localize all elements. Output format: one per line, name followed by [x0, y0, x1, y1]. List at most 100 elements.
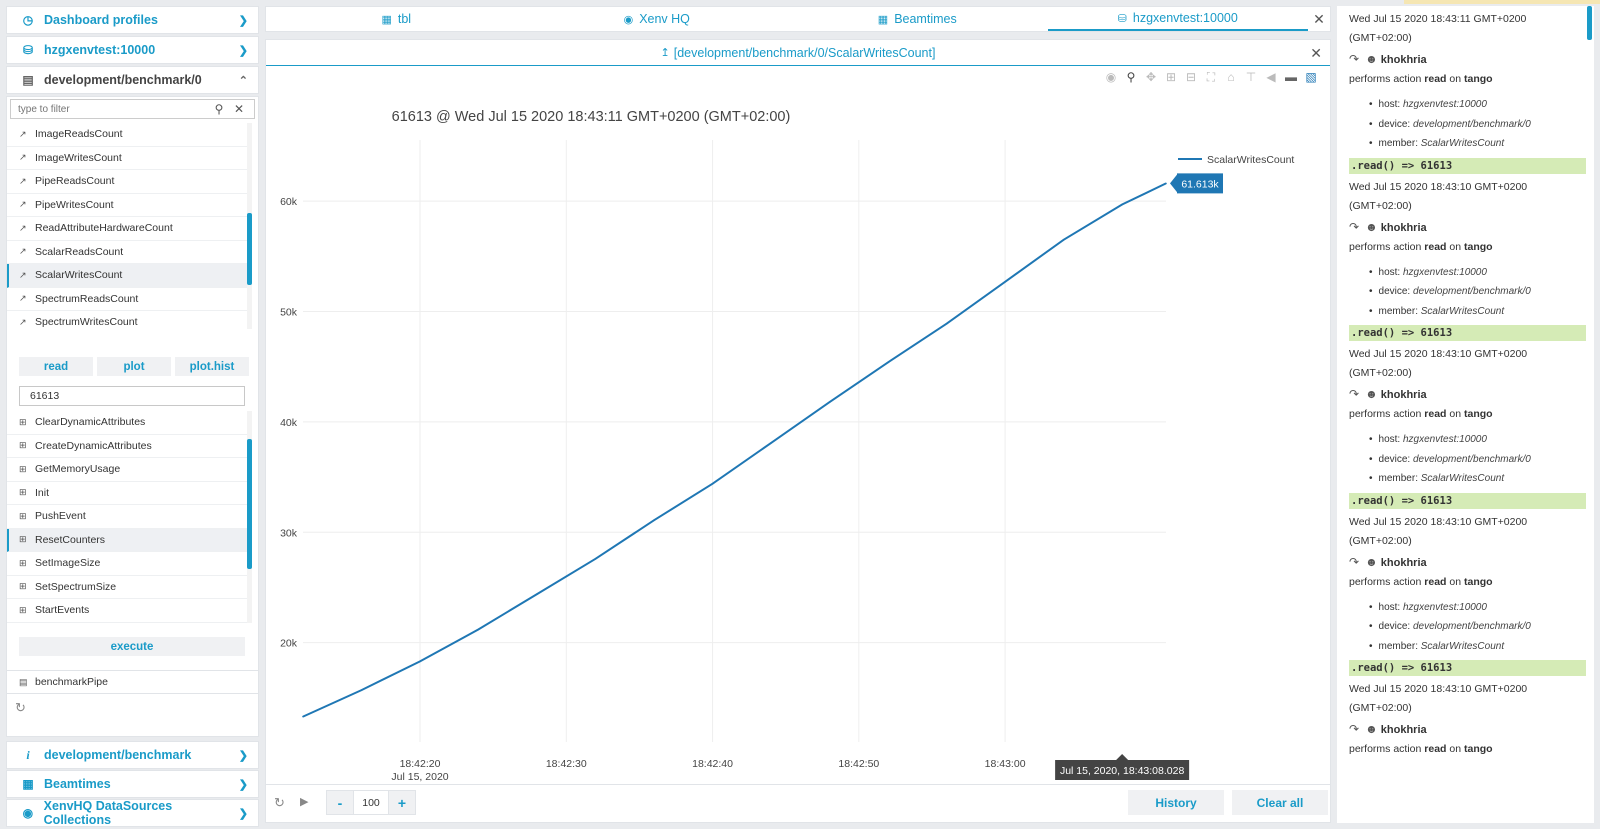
hover-x-label: Jul 15, 2020, 18:43:08.028	[1060, 765, 1185, 777]
hover-compare-icon[interactable]: ▬	[1284, 70, 1298, 85]
accordion-dashboard-profiles[interactable]: ◷ Dashboard profiles ❯	[6, 6, 259, 34]
tab-xenv-hq[interactable]: ◉ Xenv HQ	[527, 7, 788, 31]
tab-beamtimes[interactable]: ▦ Beamtimes	[787, 7, 1048, 31]
data-point	[536, 593, 538, 595]
plot-button[interactable]: plot	[97, 357, 171, 376]
log-user: ↷ ☻ khokhria	[1349, 50, 1594, 69]
clear-all-button[interactable]: Clear all	[1232, 790, 1328, 815]
data-point	[302, 715, 304, 718]
database-icon: ⛁	[1117, 12, 1127, 25]
scroll-thumb[interactable]	[247, 439, 252, 569]
y-tick-label: 60k	[280, 196, 298, 208]
data-point	[887, 361, 889, 364]
x-tick-label: 18:42:40	[692, 758, 733, 770]
list-item-label: ScalarWritesCount	[35, 269, 123, 282]
log-member: member: ScalarWritesCount	[1369, 637, 1594, 657]
list-item[interactable]: ⊞ CreateDynamicAttributes	[7, 435, 247, 458]
list-item[interactable]: ↗ ImageWritesCount	[7, 147, 247, 170]
list-item[interactable]: ⊞ ResetCounters	[7, 528, 247, 552]
accordion-beamtimes[interactable]: ▦ Beamtimes ❯	[6, 770, 259, 798]
plot-hist-button[interactable]: plot.hist	[175, 357, 249, 376]
autoscale-icon[interactable]: ⛶	[1204, 70, 1218, 85]
close-icon[interactable]: ✕	[229, 102, 249, 116]
close-icon[interactable]: ✕	[1310, 45, 1322, 62]
list-item[interactable]: ↗ PipeWritesCount	[7, 194, 247, 217]
list-item[interactable]: ⊞ GetMemoryUsage	[7, 458, 247, 482]
increment-button[interactable]: +	[389, 791, 415, 814]
list-item[interactable]: ⊞ StartEvents	[7, 599, 247, 623]
list-item-label: SetSpectrumSize	[35, 580, 117, 593]
chart-title: 61613 @ Wed Jul 15 2020 18:43:11 GMT+020…	[392, 109, 791, 125]
x-tick-label: 18:42:50	[838, 758, 879, 770]
log-scrollbar[interactable]	[1587, 6, 1592, 40]
hover-pointer	[1170, 173, 1178, 194]
data-point	[945, 322, 948, 325]
list-item[interactable]: ⊞ SetImageSize	[7, 552, 247, 576]
attribute-scrollbar[interactable]	[247, 123, 252, 329]
read-button[interactable]: read	[19, 357, 93, 376]
list-item-label: ScalarReadsCount	[35, 245, 124, 258]
list-item[interactable]: ↗ PipeReadsCount	[7, 170, 247, 194]
zoom-icon[interactable]: ⚲	[1124, 70, 1138, 85]
list-item-label: ImageWritesCount	[35, 151, 122, 164]
line-chart-icon: ↗	[19, 246, 27, 257]
command-icon: ⊞	[19, 534, 27, 545]
list-item[interactable]: ↗ ImageReadsCount	[7, 123, 247, 147]
list-item[interactable]: ↗ ScalarReadsCount	[7, 241, 247, 264]
list-item-label: GetMemoryUsage	[35, 463, 121, 476]
line-chart-icon: ↥	[660, 47, 670, 59]
camera-icon[interactable]: ◉	[1104, 70, 1118, 85]
list-item[interactable]: ⊞ Init	[7, 482, 247, 505]
accordion-device[interactable]: ▤ development/benchmark/0 ⌃	[6, 66, 259, 94]
home-icon[interactable]: ⌂	[1224, 70, 1238, 85]
log-host: host: hzgxenvtest:10000	[1369, 430, 1594, 450]
refresh-icon[interactable]: ↻	[15, 700, 26, 716]
list-item[interactable]: ↗ ReadAttributeHardwareCount	[7, 217, 247, 241]
execute-button[interactable]: execute	[19, 637, 245, 656]
data-point	[419, 660, 421, 663]
list-item[interactable]: ↗ SpectrumReadsCount	[7, 288, 247, 311]
command-scrollbar[interactable]	[247, 411, 252, 623]
log-date: Wed Jul 15 2020 18:43:10 GMT+0200 (GMT+0…	[1349, 683, 1528, 714]
user-name: khokhria	[1380, 724, 1427, 736]
pan-icon[interactable]: ✥	[1144, 70, 1158, 85]
list-item[interactable]: ↗ SpectrumWritesCount	[7, 311, 247, 329]
tab-label: Beamtimes	[894, 12, 957, 26]
line-chart[interactable]: 61613 @ Wed Jul 15 2020 18:43:11 GMT+020…	[266, 68, 1330, 782]
user-name: khokhria	[1380, 221, 1427, 234]
hover-closest-icon[interactable]: ◀	[1264, 70, 1278, 85]
search-icon[interactable]: ⚲	[209, 102, 229, 116]
refresh-icon[interactable]: ↻	[274, 795, 285, 811]
zoom-out-icon[interactable]: ⊟	[1184, 70, 1198, 85]
buffer-size-value[interactable]: 100	[353, 791, 389, 814]
history-button[interactable]: History	[1128, 790, 1224, 815]
decrement-button[interactable]: -	[327, 791, 353, 814]
list-item-label: StartEvents	[35, 604, 90, 617]
tab-server[interactable]: ⛁ hzgxenvtest:10000	[1047, 7, 1308, 31]
log-result: .read() => 61613	[1349, 660, 1586, 676]
filter-input[interactable]	[11, 103, 209, 115]
chevron-down-icon: ❯	[238, 749, 248, 762]
list-item[interactable]: ↗ ScalarWritesCount	[7, 264, 247, 288]
buffer-stepper: - 100 +	[326, 790, 416, 815]
accordion-benchmark[interactable]: i development/benchmark ❯	[6, 741, 259, 769]
accordion-collections[interactable]: ◉ XenvHQ DataSources Collections ❯	[6, 799, 259, 827]
accordion-server[interactable]: ⛁ hzgxenvtest:10000 ❯	[6, 36, 259, 64]
plot-tab[interactable]: ↥ [development/benchmark/0/ScalarWritesC…	[266, 40, 1330, 66]
command-list: ⊞ ClearDynamicAttributes ⊞ CreateDynamicAtt…	[7, 411, 247, 623]
spike-lines-icon[interactable]: ⊤	[1244, 70, 1258, 85]
plot-bottom-bar: ↻ ▶ - 100 + History Clear all	[266, 784, 1330, 822]
close-icon[interactable]: ✕	[1308, 7, 1330, 31]
zoom-in-icon[interactable]: ⊞	[1164, 70, 1178, 85]
log-member: member: ScalarWritesCount	[1369, 302, 1594, 322]
x-tick-label: 18:43:00	[985, 758, 1026, 770]
value-input[interactable]	[19, 386, 245, 406]
list-item[interactable]: ⊞ ClearDynamicAttributes	[7, 411, 247, 435]
list-item[interactable]: ⊞ SetSpectrumSize	[7, 576, 247, 599]
plotly-logo-icon[interactable]: ▧	[1304, 70, 1318, 85]
list-item[interactable]: ⊞ PushEvent	[7, 505, 247, 529]
tab-tbl[interactable]: ▦ tbl	[266, 7, 527, 31]
pipe-item[interactable]: ▤ benchmarkPipe	[7, 670, 258, 694]
scroll-thumb[interactable]	[247, 213, 252, 285]
play-icon[interactable]: ▶	[300, 795, 308, 808]
